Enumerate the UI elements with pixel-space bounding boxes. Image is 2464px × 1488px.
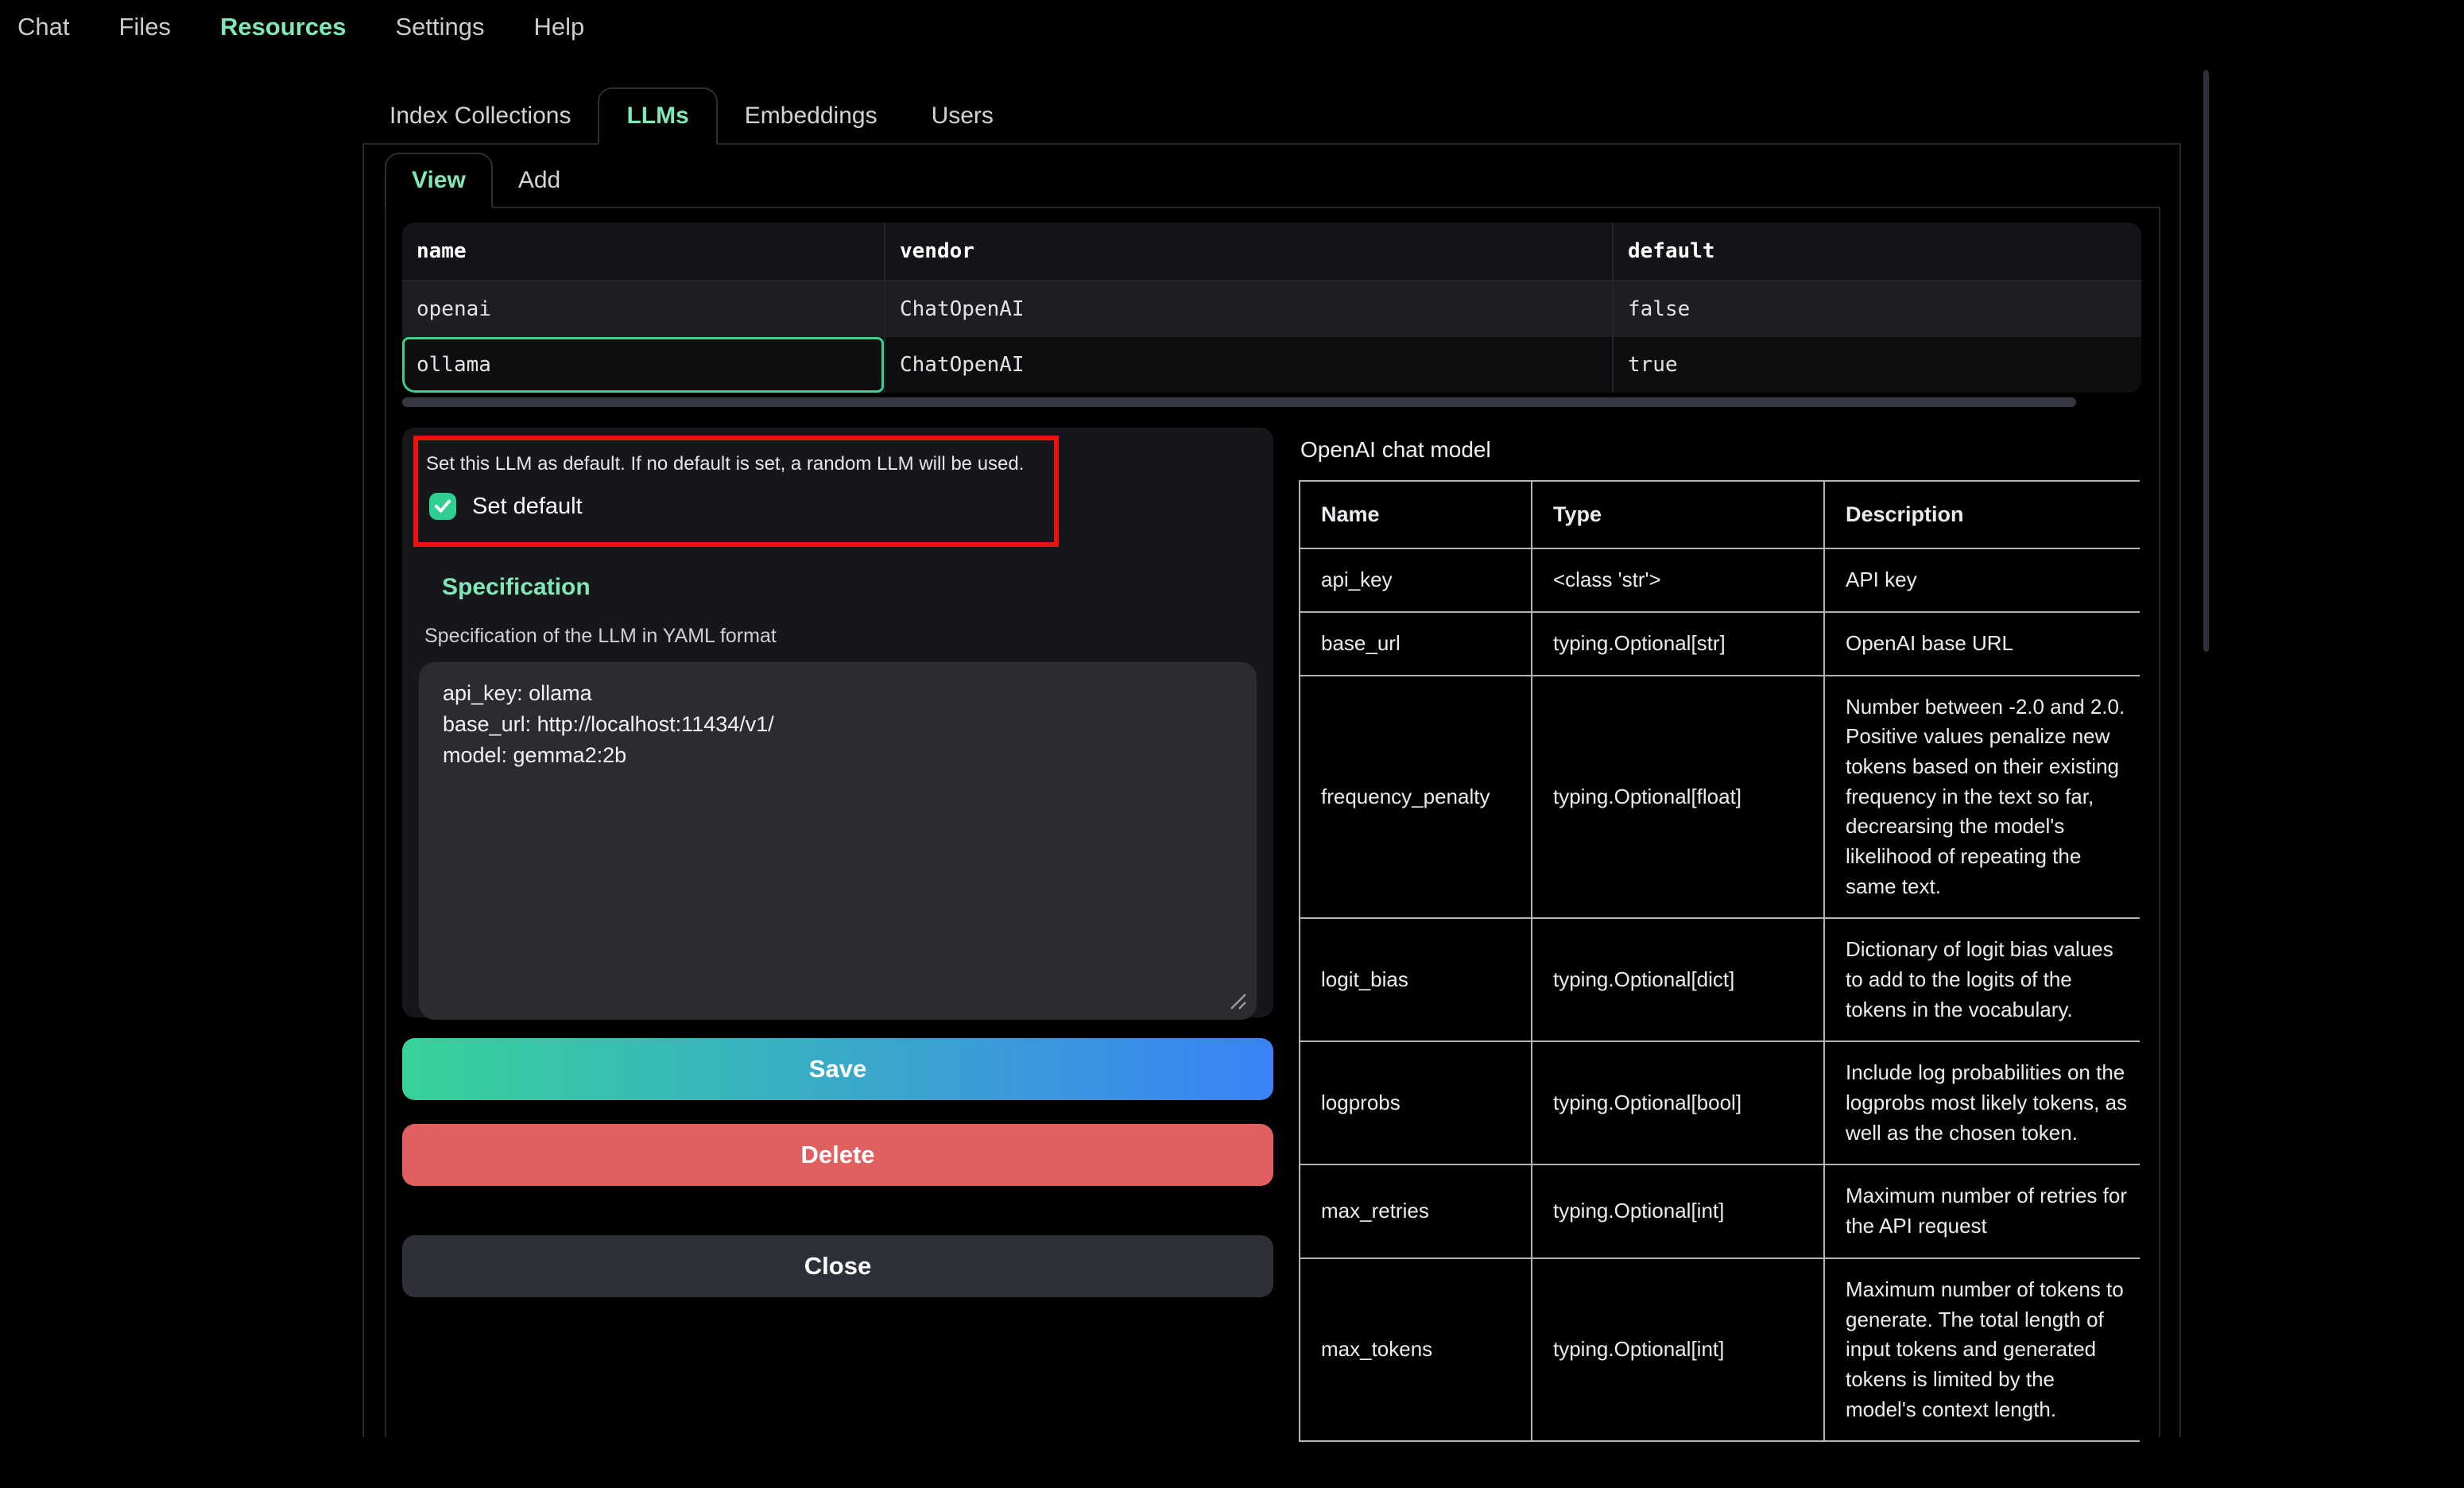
params-cell: typing.Optional[str] — [1532, 612, 1824, 676]
model-params-table: NameTypeDescription api_key<class 'str'>… — [1299, 480, 2140, 1442]
nav-item-settings[interactable]: Settings — [395, 13, 484, 41]
tab-users[interactable]: Users — [905, 87, 1021, 145]
params-cell: logprobs — [1300, 1041, 1532, 1164]
params-cell: typing.Optional[int] — [1532, 1258, 1824, 1441]
params-row: api_key<class 'str'>API key — [1300, 548, 2140, 612]
model-params-body: api_key<class 'str'>API keybase_urltypin… — [1300, 548, 2140, 1442]
column-header-name: name — [402, 223, 884, 280]
nav-item-resources[interactable]: Resources — [220, 13, 347, 41]
save-button[interactable]: Save — [402, 1038, 1273, 1100]
params-cell: typing.Optional[dict] — [1532, 918, 1824, 1041]
params-cell: base_url — [1300, 612, 1532, 676]
subtab-add[interactable]: Add — [493, 153, 586, 208]
nav-item-help[interactable]: Help — [533, 13, 584, 41]
params-cell: Dictionary of logit bias values to add t… — [1824, 918, 2140, 1041]
params-cell: typing.Optional[bool] — [1532, 1041, 1824, 1164]
params-cell: api_key — [1300, 548, 1532, 612]
tab-index-collections[interactable]: Index Collections — [362, 87, 598, 145]
params-column-type: Type — [1532, 481, 1824, 548]
resources-page: Index CollectionsLLMsEmbeddingsUsers Vie… — [362, 87, 2181, 1437]
params-row: logprobstyping.Optional[bool]Include log… — [1300, 1041, 2140, 1164]
horizontal-scrollbar-thumb[interactable] — [402, 397, 2076, 407]
table-cell[interactable]: ChatOpenAI — [884, 337, 1612, 393]
annotation-highlight-box: Set this LLM as default. If no default i… — [413, 436, 1059, 547]
resource-tabs: Index CollectionsLLMsEmbeddingsUsers — [362, 87, 2181, 145]
llms-tab-panel: ViewAdd namevendordefaultopenaiChatOpenA… — [362, 143, 2181, 1437]
params-header-row: NameTypeDescription — [1300, 481, 2140, 548]
resize-grip-icon[interactable] — [1230, 993, 1247, 1010]
params-cell — [1300, 1441, 1532, 1442]
nav-item-files[interactable]: Files — [118, 13, 170, 41]
column-header-vendor: vendor — [884, 223, 1612, 280]
llm-detail-panel: Set this LLM as default. If no default i… — [402, 428, 1273, 1017]
params-cell: max_retries — [1300, 1164, 1532, 1257]
tab-embeddings[interactable]: Embeddings — [718, 87, 905, 145]
params-row: logit_biastyping.Optional[dict]Dictionar… — [1300, 918, 2140, 1041]
params-cell: API key — [1824, 548, 2140, 612]
table-row[interactable]: openaiChatOpenAIfalse — [402, 281, 2141, 337]
table-header-row: namevendordefault — [402, 223, 2141, 281]
set-default-checkbox[interactable] — [429, 493, 456, 520]
vertical-scrollbar-thumb[interactable] — [2203, 70, 2209, 652]
set-default-label: Set default — [472, 494, 583, 520]
model-params-title: OpenAI chat model — [1300, 437, 2140, 463]
params-cell: Maximum number of tokens to generate. Th… — [1824, 1258, 2140, 1441]
llm-detail-column: Set this LLM as default. If no default i… — [402, 428, 1273, 1442]
params-cell: logit_bias — [1300, 918, 1532, 1041]
set-default-row: Set default — [426, 493, 1048, 520]
yaml-editor-wrap: api_key: ollama base_url: http://localho… — [419, 662, 1257, 1020]
params-row: frequency_penaltytyping.Optional[float]N… — [1300, 676, 2140, 919]
params-column-description: Description — [1824, 481, 2140, 548]
check-icon — [434, 499, 451, 513]
params-cell — [1532, 1441, 1824, 1442]
params-cell: Maximum number of retries for the API re… — [1824, 1164, 2140, 1257]
model-params-column: OpenAI chat model NameTypeDescription ap… — [1299, 428, 2140, 1442]
delete-button[interactable]: Delete — [402, 1124, 1273, 1186]
params-row-partial — [1300, 1441, 2140, 1442]
llm-list-table: namevendordefaultopenaiChatOpenAIfalseol… — [402, 223, 2141, 393]
tab-llms[interactable]: LLMs — [598, 87, 717, 145]
params-cell: Include log probabilities on the logprob… — [1824, 1041, 2140, 1164]
params-cell — [1824, 1441, 2140, 1442]
params-cell: OpenAI base URL — [1824, 612, 2140, 676]
table-cell[interactable]: ChatOpenAI — [884, 281, 1612, 337]
app-window: Chat Files Resources Settings Help Index Col… — [0, 0, 2464, 1488]
params-cell: typing.Optional[int] — [1532, 1164, 1824, 1257]
table-cell[interactable]: false — [1612, 281, 2141, 337]
nav-item-chat[interactable]: Chat — [17, 13, 69, 41]
set-default-note: Set this LLM as default. If no default i… — [426, 453, 1048, 475]
specification-subtitle: Specification of the LLM in YAML format — [424, 625, 1262, 648]
table-cell[interactable]: openai — [402, 281, 884, 337]
params-cell: frequency_penalty — [1300, 676, 1532, 919]
table-cell[interactable]: ollama — [402, 337, 884, 393]
close-button[interactable]: Close — [402, 1235, 1273, 1297]
params-row: max_tokenstyping.Optional[int]Maximum nu… — [1300, 1258, 2140, 1441]
params-row: max_retriestyping.Optional[int]Maximum n… — [1300, 1164, 2140, 1257]
top-nav: Chat Files Resources Settings Help — [17, 13, 584, 41]
subtab-view[interactable]: View — [385, 153, 493, 208]
specification-heading: Specification — [442, 574, 1262, 601]
yaml-spec-textarea[interactable]: api_key: ollama base_url: http://localho… — [419, 662, 1257, 1020]
params-column-name: Name — [1300, 481, 1532, 548]
params-cell: <class 'str'> — [1532, 548, 1824, 612]
params-cell: typing.Optional[float] — [1532, 676, 1824, 919]
table-cell[interactable]: true — [1612, 337, 2141, 393]
view-add-tabs: ViewAdd — [385, 153, 2160, 208]
params-row: base_urltyping.Optional[str]OpenAI base … — [1300, 612, 2140, 676]
view-tab-panel: namevendordefaultopenaiChatOpenAIfalseol… — [385, 207, 2160, 1437]
detail-columns: Set this LLM as default. If no default i… — [402, 428, 2140, 1442]
params-cell: Number between -2.0 and 2.0. Positive va… — [1824, 676, 2140, 919]
column-header-default: default — [1612, 223, 2141, 280]
table-row[interactable]: ollamaChatOpenAItrue — [402, 337, 2141, 393]
horizontal-scrollbar[interactable] — [402, 397, 2141, 407]
model-params-header: NameTypeDescription — [1300, 481, 2140, 548]
params-cell: max_tokens — [1300, 1258, 1532, 1441]
